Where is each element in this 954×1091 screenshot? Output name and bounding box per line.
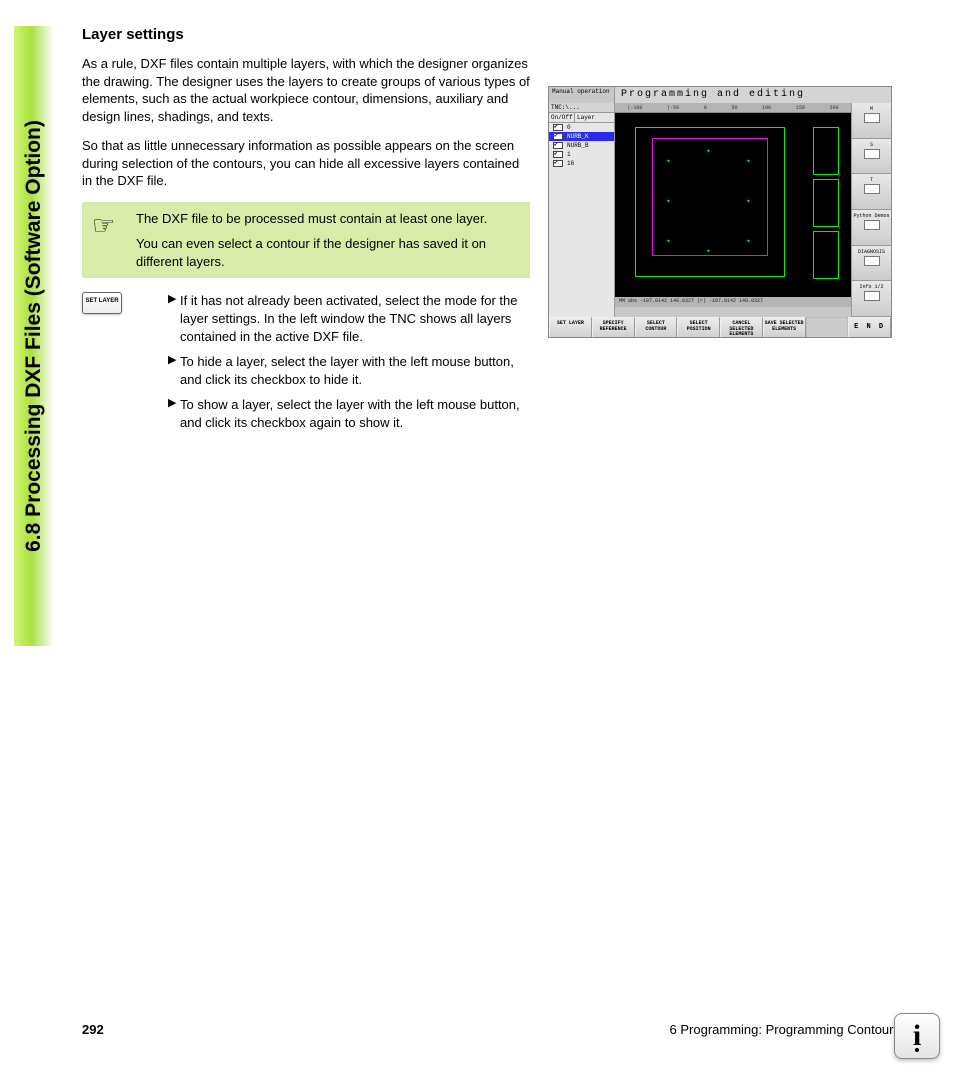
sc-right-toolbar: MSTPython DemosDIAGNOSISInfo 1/2 bbox=[851, 103, 891, 317]
bullet-arrow-icon: ▶ bbox=[168, 396, 180, 431]
sc-softkey[interactable]: SPECIFY REFERENCE bbox=[592, 317, 635, 338]
instruction-2: To hide a layer, select the layer with t… bbox=[180, 353, 530, 388]
sc-layer-row[interactable]: 16 bbox=[549, 159, 614, 168]
sc-layer-panel: TNC:\... On/Off Layer 0 NURB_K NURB_B 1 16 bbox=[549, 103, 615, 317]
sc-ruler: |-100|-50050100150200 bbox=[615, 103, 851, 113]
sc-layer-name: 16 bbox=[567, 160, 612, 167]
bullet-arrow-icon: ▶ bbox=[168, 292, 180, 345]
sc-layer-row[interactable]: NURB_B bbox=[549, 141, 614, 150]
sc-layer-checkbox[interactable] bbox=[553, 151, 563, 158]
page-footer: 292 6 Programming: Programming Contours bbox=[82, 1022, 912, 1037]
instruction-1: If it has not already been activated, se… bbox=[180, 292, 530, 345]
note-line-2: You can even select a contour if the des… bbox=[136, 235, 520, 270]
sc-layer-checkbox[interactable] bbox=[553, 160, 563, 167]
sc-layer-checkbox[interactable] bbox=[553, 133, 563, 140]
section-tab-label: 6.8 Processing DXF Files (Software Optio… bbox=[22, 120, 46, 552]
note-hand-icon: ☞ bbox=[92, 210, 115, 240]
bullet-arrow-icon: ▶ bbox=[168, 353, 180, 388]
sc-softkey[interactable]: SELECT POSITION bbox=[677, 317, 720, 338]
sc-cad-viewport: |-100|-50050100150200 ✦ ✦ ✦ ✦ ✦ ✦ ✦ ✦ MM… bbox=[615, 103, 851, 317]
tnc-screenshot: Manual operation Programming and editing… bbox=[548, 86, 892, 338]
instruction-list: ▶ If it has not already been activated, … bbox=[168, 292, 530, 439]
sc-layer-checkbox[interactable] bbox=[553, 142, 563, 149]
instruction-3: To show a layer, select the layer with t… bbox=[180, 396, 530, 431]
sc-layer-row[interactable]: 0 bbox=[549, 123, 614, 132]
sc-layer-name: 1 bbox=[567, 151, 612, 158]
sc-title: Programming and editing bbox=[615, 87, 891, 103]
info-button[interactable]: i bbox=[894, 1013, 940, 1059]
intro-paragraph-2: So that as little unnecessary informatio… bbox=[82, 137, 530, 190]
sc-header-layer: Layer bbox=[575, 113, 614, 122]
sc-header-onoff: On/Off bbox=[549, 113, 575, 122]
sc-layer-row[interactable]: 1 bbox=[549, 150, 614, 159]
sc-right-button[interactable]: M bbox=[852, 103, 891, 139]
sc-cad-part: ✦ ✦ ✦ ✦ ✦ ✦ ✦ ✦ bbox=[635, 127, 785, 277]
sc-layer-name: NURB_B bbox=[567, 142, 612, 149]
sc-softkey[interactable]: SELECT CONTOUR bbox=[635, 317, 678, 338]
sc-status-bar: MM abs -107.0142 140.0327 (r) -107.0142 … bbox=[615, 297, 851, 307]
sc-cad-side-view bbox=[813, 127, 839, 277]
section-tab: 6.8 Processing DXF Files (Software Optio… bbox=[14, 26, 54, 646]
sc-right-button[interactable]: S bbox=[852, 139, 891, 175]
sc-layer-name: 0 bbox=[567, 124, 612, 131]
sc-right-button[interactable]: T bbox=[852, 174, 891, 210]
sc-right-button[interactable]: Info 1/2 bbox=[852, 281, 891, 317]
sc-path: TNC:\... bbox=[549, 103, 614, 113]
sc-cad-area: ✦ ✦ ✦ ✦ ✦ ✦ ✦ ✦ MM abs -107.0142 140.032… bbox=[615, 113, 851, 307]
softkey-set-layer[interactable]: SET LAYER bbox=[82, 292, 122, 314]
sc-layer-name: NURB_K bbox=[567, 133, 612, 140]
sc-layer-checkbox[interactable] bbox=[553, 124, 563, 131]
sc-mode-label: Manual operation bbox=[549, 87, 615, 103]
sc-softkey[interactable]: SAVE SELECTED ELEMENTS bbox=[763, 317, 806, 338]
sc-softkey-bar: SET LAYERSPECIFY REFERENCESELECT CONTOUR… bbox=[549, 317, 891, 338]
sc-right-button[interactable]: DIAGNOSIS bbox=[852, 246, 891, 282]
page-number: 292 bbox=[82, 1022, 104, 1037]
heading-layer-settings: Layer settings bbox=[82, 26, 530, 43]
sc-softkey bbox=[806, 317, 849, 338]
sc-softkey[interactable]: E N D bbox=[848, 317, 891, 338]
note-line-1: The DXF file to be processed must contai… bbox=[136, 210, 520, 228]
intro-paragraph-1: As a rule, DXF files contain multiple la… bbox=[82, 55, 530, 125]
sc-right-button[interactable]: Python Demos bbox=[852, 210, 891, 246]
chapter-label: 6 Programming: Programming Contours bbox=[104, 1022, 912, 1037]
sc-softkey[interactable]: CANCEL SELECTED ELEMENTS bbox=[720, 317, 763, 338]
note-callout: ☞ The DXF file to be processed must cont… bbox=[82, 202, 530, 279]
sc-softkey[interactable]: SET LAYER bbox=[549, 317, 592, 338]
sc-layer-row[interactable]: NURB_K bbox=[549, 132, 614, 141]
main-content: Layer settings As a rule, DXF files cont… bbox=[82, 26, 530, 439]
